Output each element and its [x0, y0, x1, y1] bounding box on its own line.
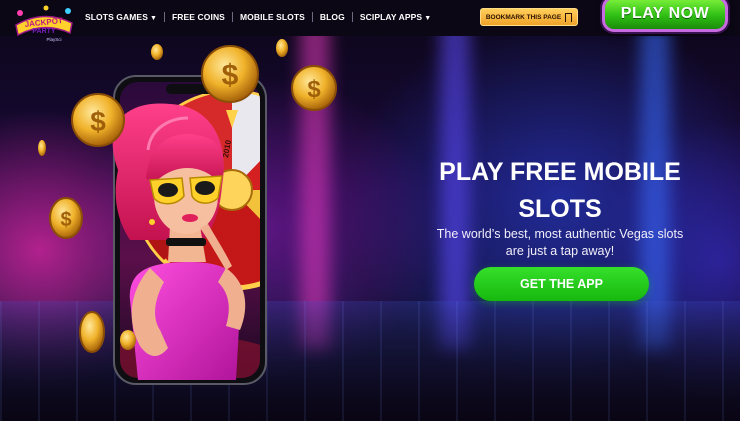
- hero-illustration: 2010 $ $ $ $: [38, 39, 337, 385]
- play-now-button[interactable]: PLAY NOW: [602, 0, 728, 32]
- bookmark-button[interactable]: BOOKMARK THIS PAGE: [480, 8, 578, 26]
- nav-mobile-slots[interactable]: MOBILE SLOTS: [240, 12, 305, 22]
- hero-title-line: PLAY FREE MOBILE: [439, 158, 681, 186]
- nav-blog[interactable]: BLOG: [320, 12, 345, 22]
- svg-text:PlaySci: PlaySci: [46, 37, 61, 42]
- coin: [276, 39, 288, 57]
- nav-divider: [351, 12, 353, 22]
- hero-title-line: SLOTS: [518, 195, 602, 223]
- svg-text:$: $: [222, 59, 239, 92]
- coin: [120, 330, 136, 350]
- svg-text:$: $: [60, 209, 71, 231]
- chevron-down-icon: ▼: [149, 15, 157, 22]
- coin: [79, 311, 105, 353]
- nav-divider: [311, 12, 313, 22]
- coin: [38, 140, 46, 156]
- nav-slots-games[interactable]: SLOTS GAMES ▼: [85, 12, 157, 22]
- coin: [151, 44, 163, 60]
- nav-free-coins[interactable]: FREE COINS: [172, 12, 225, 22]
- nav-link-label: SLOTS GAMES: [85, 12, 148, 22]
- svg-text:$: $: [307, 76, 321, 103]
- nav-divider: [231, 12, 233, 22]
- chevron-down-icon: ▼: [424, 15, 432, 22]
- bookmark-label: BOOKMARK THIS PAGE: [485, 13, 562, 21]
- coin: $: [201, 45, 259, 103]
- page: 2010 $ $ $ $ JACKPOT PARTY PlaySci SLOTS…: [0, 0, 740, 421]
- nav-link-label: SCIPLAY APPS: [359, 12, 423, 22]
- coin: $: [71, 93, 125, 147]
- coin: $: [49, 197, 83, 239]
- nav-divider: [164, 12, 165, 22]
- svg-text:PARTY: PARTY: [32, 28, 56, 35]
- top-nav: JACKPOT PARTY PlaySci SLOTS GAMES ▼ FREE …: [0, 0, 740, 42]
- hero-subtitle: The world’s best, most authentic Vegas s…: [405, 226, 715, 260]
- hero-subtitle-line: The world’s best, most authentic Vegas s…: [436, 227, 684, 241]
- hero-subtitle-line: are just a tap away!: [505, 244, 615, 258]
- hero-title: PLAY FREE MOBILE SLOTS: [400, 154, 720, 228]
- get-the-app-button[interactable]: GET THE APP: [474, 267, 649, 301]
- nav-sciplay-apps[interactable]: SCIPLAY APPS ▼: [360, 12, 431, 22]
- coin: $: [291, 65, 337, 111]
- bookmark-icon: [565, 12, 573, 22]
- nav-links: SLOTS GAMES ▼ FREE COINS MOBILE SLOTS BLO…: [85, 12, 431, 22]
- jackpot-party-logo[interactable]: JACKPOT PARTY PlaySci: [10, 3, 78, 43]
- svg-text:$: $: [90, 106, 106, 137]
